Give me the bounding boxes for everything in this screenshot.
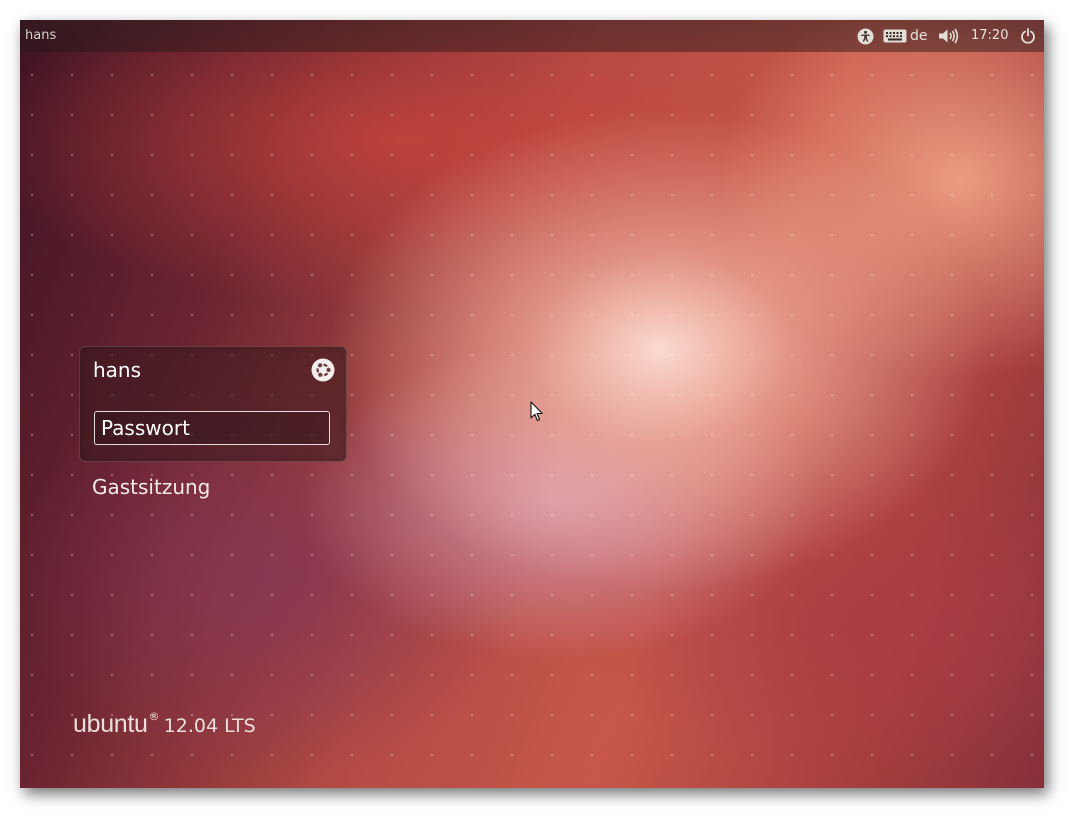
ubuntu-branding: ubuntu® 12.04 LTS bbox=[73, 710, 256, 739]
ubuntu-version-label: 12.04 LTS bbox=[163, 715, 256, 737]
accessibility-icon[interactable] bbox=[855, 26, 875, 46]
login-screen: hans de 17:20 hans Gastsitzung ubuntu® 1… bbox=[20, 20, 1044, 788]
top-panel: hans de 17:20 bbox=[20, 20, 1044, 52]
ubuntu-session-icon[interactable] bbox=[311, 358, 335, 382]
clock-label[interactable]: 17:20 bbox=[971, 28, 1008, 43]
panel-hostname-label: hans bbox=[25, 28, 57, 43]
username-label[interactable]: hans bbox=[93, 358, 141, 382]
keyboard-layout-label[interactable]: de bbox=[910, 28, 928, 44]
guest-session-button[interactable]: Gastsitzung bbox=[92, 475, 210, 499]
password-input[interactable] bbox=[94, 411, 330, 445]
login-box: hans bbox=[79, 346, 347, 462]
speaker-volume-icon[interactable] bbox=[937, 26, 961, 46]
power-icon[interactable] bbox=[1018, 26, 1038, 46]
keyboard-icon[interactable] bbox=[882, 26, 908, 46]
mouse-pointer-icon bbox=[530, 401, 544, 427]
ubuntu-logo-wordmark: ubuntu bbox=[73, 710, 148, 738]
registered-mark: ® bbox=[148, 710, 160, 723]
